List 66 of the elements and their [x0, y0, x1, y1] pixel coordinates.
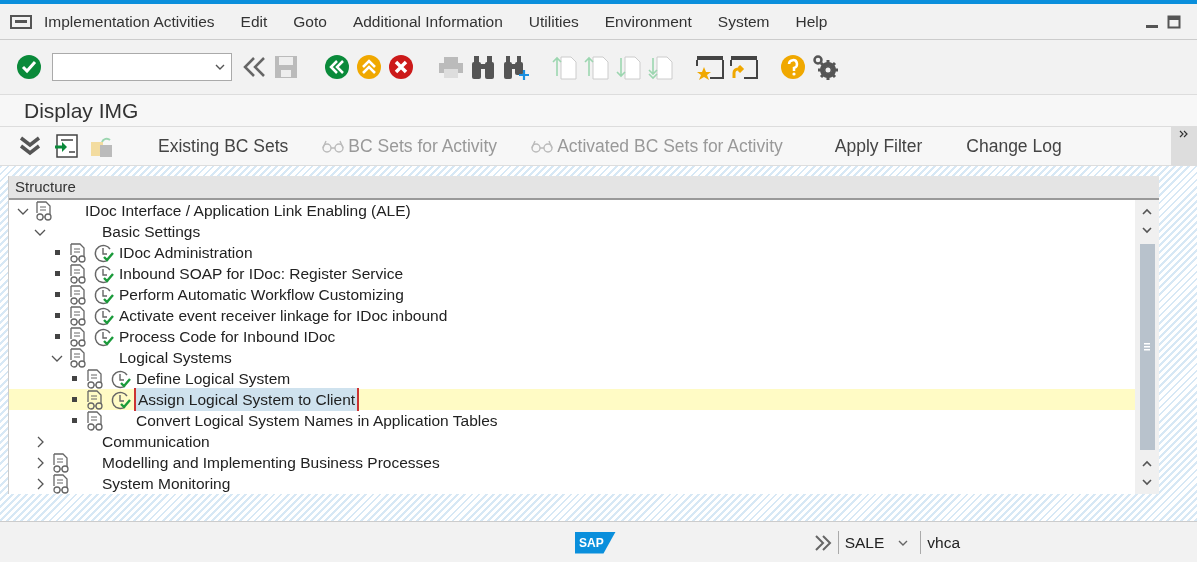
toolbar-button[interactable]: Change Log	[960, 132, 1068, 160]
toolbar-button[interactable]: Existing BC Sets	[152, 132, 295, 160]
dropdown-icon[interactable]	[215, 64, 225, 70]
menu-item[interactable]: Additional Information	[352, 9, 503, 34]
document-glasses-icon[interactable]	[69, 326, 87, 347]
bullet-icon	[54, 334, 60, 339]
bullet-icon	[54, 313, 60, 318]
document-glasses-icon[interactable]	[86, 389, 104, 410]
sap-logo: SAP	[575, 531, 616, 554]
binoculars-icon[interactable]	[470, 54, 496, 80]
document-glasses-icon[interactable]	[69, 347, 87, 368]
back-icon[interactable]	[242, 55, 268, 79]
tree-item[interactable]: Assign Logical System to Client	[134, 387, 360, 412]
settings-icon[interactable]	[812, 54, 838, 80]
command-field[interactable]	[52, 53, 232, 81]
menu-item[interactable]: System	[717, 9, 770, 34]
dropdown-icon[interactable]	[898, 539, 909, 546]
document-glasses-icon[interactable]	[86, 368, 104, 389]
clock-check-icon[interactable]	[111, 389, 131, 410]
menu-item[interactable]: Goto	[293, 9, 327, 34]
document-glasses-icon[interactable]	[69, 263, 87, 284]
binoculars-plus-icon[interactable]	[502, 54, 530, 80]
scrollbar[interactable]	[1135, 200, 1159, 494]
glasses-icon	[531, 139, 554, 153]
clock-check-icon[interactable]	[94, 242, 114, 263]
cancel-icon[interactable]	[388, 54, 414, 80]
glasses-icon	[322, 139, 345, 153]
clock-check-icon[interactable]	[94, 284, 114, 305]
clock-check-icon[interactable]	[94, 305, 114, 326]
bullet-icon	[71, 418, 77, 423]
document-glasses-icon[interactable]	[52, 452, 70, 473]
document-glasses-icon[interactable]	[35, 200, 53, 221]
screen-title: Display IMG	[24, 97, 139, 124]
bullet-icon	[71, 397, 77, 402]
document-glasses-icon[interactable]	[69, 284, 87, 305]
document-glasses-icon[interactable]	[69, 305, 87, 326]
menu-item[interactable]: Edit	[240, 9, 268, 34]
transaction-code: SALE	[837, 530, 891, 555]
menu-item[interactable]: Utilities	[528, 9, 579, 34]
chevron-icon[interactable]	[813, 534, 832, 551]
document-glasses-icon[interactable]	[86, 410, 104, 431]
clock-check-icon[interactable]	[94, 263, 114, 284]
back-icon[interactable]	[324, 54, 350, 80]
check-icon[interactable]	[16, 54, 42, 80]
transport-icon[interactable]	[54, 134, 78, 158]
document-glasses-icon[interactable]	[52, 473, 70, 494]
bullet-icon	[54, 292, 60, 297]
clock-check-icon[interactable]	[94, 326, 114, 347]
document-glasses-icon[interactable]	[69, 242, 87, 263]
window-arrow-icon[interactable]	[730, 54, 758, 80]
clock-check-icon[interactable]	[111, 368, 131, 389]
column-header: Structure	[9, 176, 1159, 200]
window-star-icon[interactable]	[696, 54, 724, 80]
bullet-icon	[71, 376, 77, 381]
system-name: vhca	[920, 530, 967, 555]
menu-item[interactable]: Help	[795, 9, 828, 34]
maximize-icon[interactable]	[1167, 14, 1181, 29]
menu-item[interactable]: Implementation Activities	[44, 9, 215, 34]
bullet-icon	[54, 271, 60, 276]
more-icon	[1179, 130, 1189, 138]
bullet-icon	[54, 250, 60, 255]
menu-icon[interactable]	[10, 13, 32, 30]
toolbar-button[interactable]: Apply Filter	[828, 132, 929, 160]
expand-all-icon[interactable]	[18, 135, 42, 157]
menu-item[interactable]: Environment	[604, 9, 692, 34]
grip-icon[interactable]	[1144, 343, 1150, 351]
